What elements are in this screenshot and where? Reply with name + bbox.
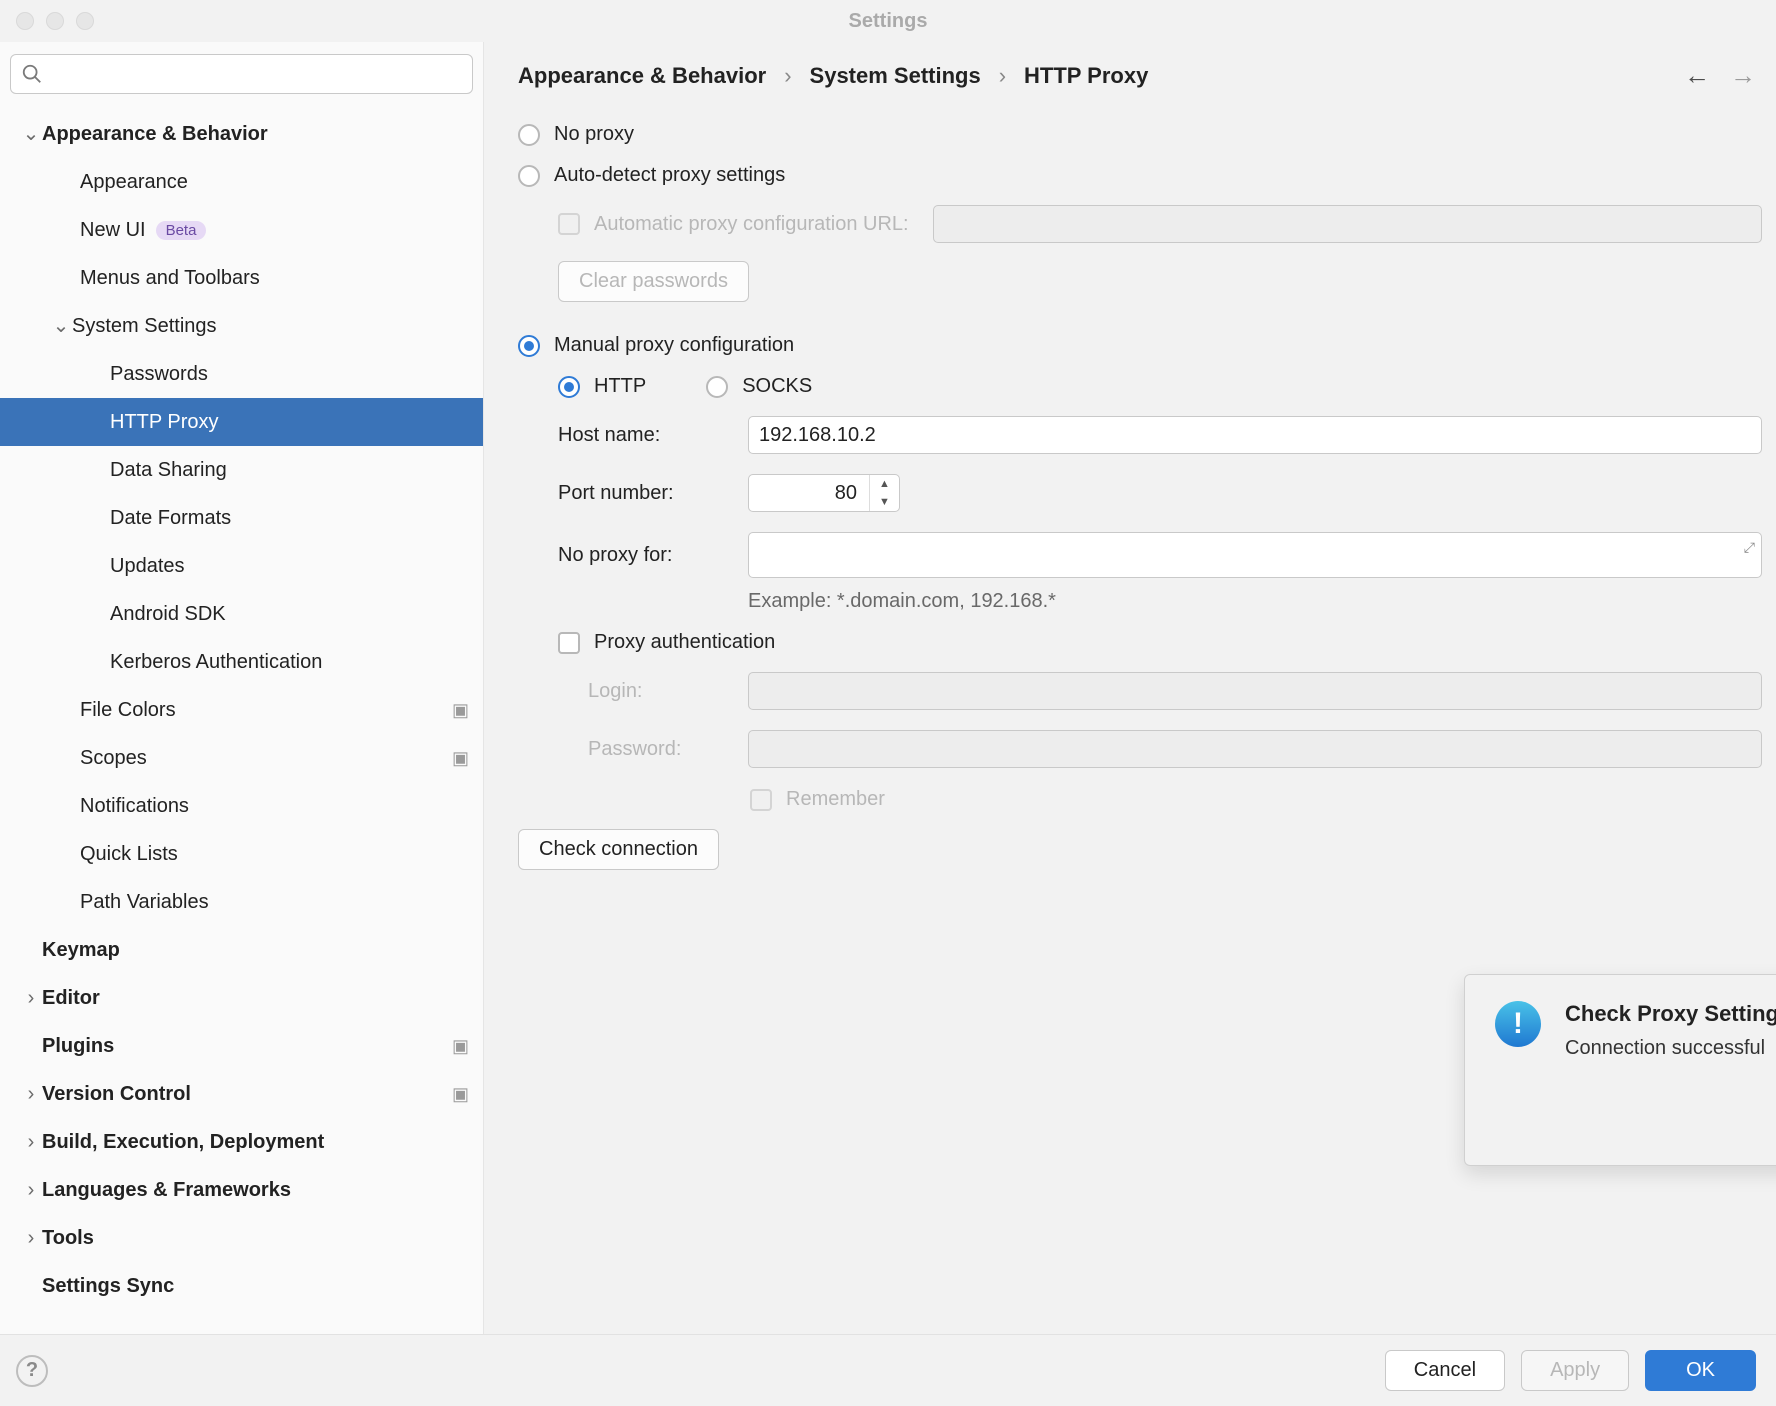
settings-scope-icon: ▣ xyxy=(452,701,469,719)
breadcrumb-segment: HTTP Proxy xyxy=(1024,63,1148,89)
sidebar-item-settings-sync[interactable]: Settings Sync xyxy=(0,1262,483,1310)
sidebar-item-scopes[interactable]: Scopes▣ xyxy=(0,734,483,782)
host-label: Host name: xyxy=(558,424,748,447)
chevron-right-icon: › xyxy=(784,63,791,89)
search-input[interactable] xyxy=(10,54,473,94)
sidebar-item-system-settings[interactable]: ⌄System Settings xyxy=(0,302,483,350)
settings-scope-icon: ▣ xyxy=(452,1037,469,1055)
dialog-footer: ? Cancel Apply OK xyxy=(0,1334,1776,1406)
checkbox-icon xyxy=(558,632,580,654)
radio-icon xyxy=(558,376,580,398)
breadcrumb-segment[interactable]: System Settings xyxy=(810,63,981,89)
settings-sidebar: ⌄Appearance & Behavior Appearance New UI… xyxy=(0,42,484,1334)
sidebar-item-date-formats[interactable]: Date Formats xyxy=(0,494,483,542)
password-input xyxy=(748,730,1762,768)
help-button[interactable]: ? xyxy=(16,1355,48,1387)
sidebar-item-plugins[interactable]: Plugins▣ xyxy=(0,1022,483,1070)
check-proxy-popup: ! Check Proxy Settings Connection succes… xyxy=(1464,974,1776,1166)
port-input[interactable]: 80 ▲▼ xyxy=(748,474,900,512)
check-connection-button[interactable]: Check connection xyxy=(518,829,719,870)
sidebar-item-languages-frameworks[interactable]: ›Languages & Frameworks xyxy=(0,1166,483,1214)
login-input xyxy=(748,672,1762,710)
port-label: Port number: xyxy=(558,482,748,505)
sidebar-item-keymap[interactable]: Keymap xyxy=(0,926,483,974)
settings-tree: ⌄Appearance & Behavior Appearance New UI… xyxy=(0,106,483,1334)
sidebar-item-android-sdk[interactable]: Android SDK xyxy=(0,590,483,638)
search-field[interactable] xyxy=(49,63,462,85)
sidebar-item-data-sharing[interactable]: Data Sharing xyxy=(0,446,483,494)
sidebar-item-path-variables[interactable]: Path Variables xyxy=(0,878,483,926)
cancel-button[interactable]: Cancel xyxy=(1385,1350,1505,1391)
auto-detect-option[interactable]: Auto-detect proxy settings xyxy=(518,164,1762,187)
beta-badge: Beta xyxy=(156,221,207,240)
chevron-right-icon: › xyxy=(20,1132,42,1152)
sidebar-item-passwords[interactable]: Passwords xyxy=(0,350,483,398)
sidebar-item-version-control[interactable]: ›Version Control▣ xyxy=(0,1070,483,1118)
chevron-right-icon: › xyxy=(20,1084,42,1104)
apply-button[interactable]: Apply xyxy=(1521,1350,1629,1391)
auto-url-label: Automatic proxy configuration URL: xyxy=(594,213,909,236)
breadcrumb-segment[interactable]: Appearance & Behavior xyxy=(518,63,766,89)
sidebar-item-kerberos[interactable]: Kerberos Authentication xyxy=(0,638,483,686)
chevron-down-icon: ⌄ xyxy=(50,316,72,336)
forward-button[interactable]: → xyxy=(1730,60,1756,91)
search-icon xyxy=(21,63,43,85)
checkbox-icon xyxy=(750,789,772,811)
socks-protocol-option[interactable]: SOCKS xyxy=(706,375,812,398)
password-label: Password: xyxy=(588,738,748,761)
chevron-right-icon: › xyxy=(20,988,42,1008)
sidebar-item-quick-lists[interactable]: Quick Lists xyxy=(0,830,483,878)
host-input[interactable]: 192.168.10.2 xyxy=(748,416,1762,454)
window-title: Settings xyxy=(0,10,1776,33)
sidebar-item-updates[interactable]: Updates xyxy=(0,542,483,590)
no-proxy-for-label: No proxy for: xyxy=(558,544,748,567)
titlebar: Settings xyxy=(0,0,1776,42)
settings-content: Appearance & Behavior › System Settings … xyxy=(484,42,1776,1334)
settings-scope-icon: ▣ xyxy=(452,749,469,767)
no-proxy-for-input[interactable]: ⤢ xyxy=(748,532,1762,578)
checkbox-icon xyxy=(558,213,580,235)
ok-button[interactable]: OK xyxy=(1645,1350,1756,1391)
breadcrumb: Appearance & Behavior › System Settings … xyxy=(518,60,1762,91)
chevron-right-icon: › xyxy=(20,1180,42,1200)
remember-checkbox: Remember xyxy=(750,788,1762,811)
sidebar-item-menus-toolbars[interactable]: Menus and Toolbars xyxy=(0,254,483,302)
settings-scope-icon: ▣ xyxy=(452,1085,469,1103)
chevron-right-icon: › xyxy=(999,63,1006,89)
sidebar-item-appearance-behavior[interactable]: ⌄Appearance & Behavior xyxy=(0,110,483,158)
clear-passwords-button[interactable]: Clear passwords xyxy=(558,261,749,302)
settings-window: Settings ⌄Appearance & Behavior Appearan… xyxy=(0,0,1776,1406)
sidebar-item-tools[interactable]: ›Tools xyxy=(0,1214,483,1262)
proxy-auth-checkbox[interactable]: Proxy authentication xyxy=(558,631,1762,654)
back-button[interactable]: ← xyxy=(1684,60,1710,91)
no-proxy-option[interactable]: No proxy xyxy=(518,123,1762,146)
sidebar-item-build-execution[interactable]: ›Build, Execution, Deployment xyxy=(0,1118,483,1166)
radio-icon xyxy=(518,335,540,357)
auto-url-input xyxy=(933,205,1762,243)
manual-proxy-option[interactable]: Manual proxy configuration xyxy=(518,334,1762,357)
sidebar-item-appearance[interactable]: Appearance xyxy=(0,158,483,206)
sidebar-item-notifications[interactable]: Notifications xyxy=(0,782,483,830)
http-protocol-option[interactable]: HTTP xyxy=(558,375,646,398)
chevron-down-icon: ⌄ xyxy=(20,124,42,144)
stepper-icon[interactable]: ▲▼ xyxy=(869,475,899,511)
sidebar-item-editor[interactable]: ›Editor xyxy=(0,974,483,1022)
sidebar-item-http-proxy[interactable]: HTTP Proxy xyxy=(0,398,483,446)
http-proxy-form: No proxy Auto-detect proxy settings Auto… xyxy=(518,91,1762,888)
radio-icon xyxy=(706,376,728,398)
radio-icon xyxy=(518,124,540,146)
chevron-right-icon: › xyxy=(20,1228,42,1248)
sidebar-item-new-ui[interactable]: New UIBeta xyxy=(0,206,483,254)
popup-title: Check Proxy Settings xyxy=(1565,1001,1776,1027)
expand-icon[interactable]: ⤢ xyxy=(1744,539,1755,556)
example-hint: Example: *.domain.com, 192.168.* xyxy=(748,590,1762,613)
info-icon: ! xyxy=(1495,1001,1541,1047)
sidebar-item-file-colors[interactable]: File Colors▣ xyxy=(0,686,483,734)
radio-icon xyxy=(518,165,540,187)
login-label: Login: xyxy=(588,680,748,703)
popup-message: Connection successful xyxy=(1565,1037,1776,1060)
